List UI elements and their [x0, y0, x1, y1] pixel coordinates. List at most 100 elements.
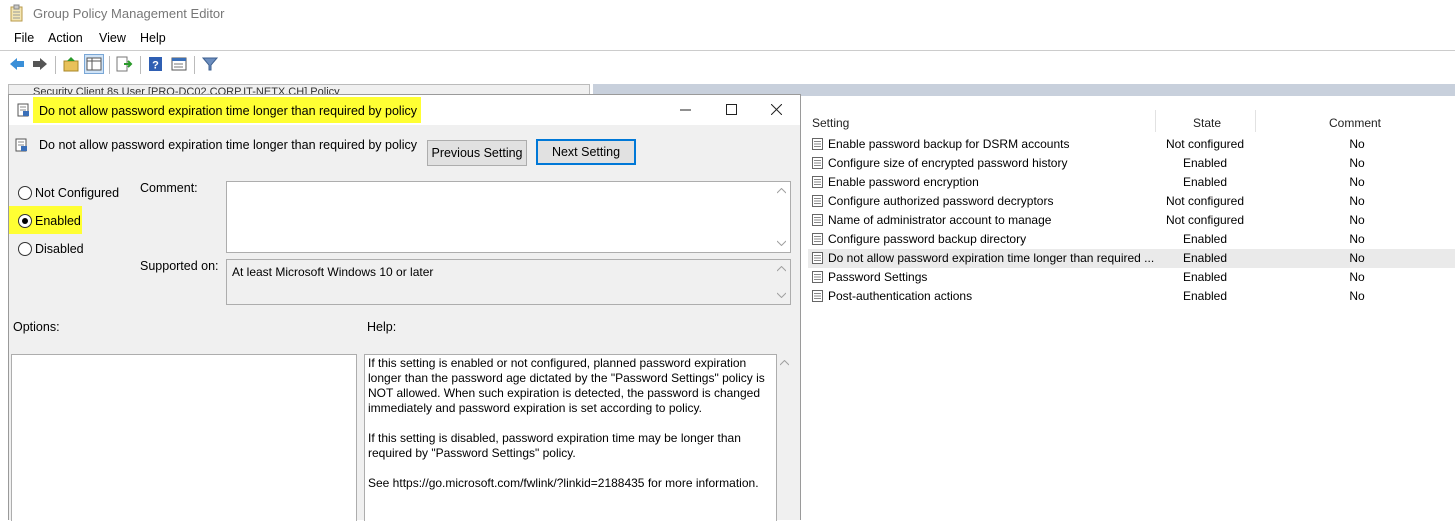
menu-help[interactable]: Help — [140, 31, 166, 45]
supported-on-label: Supported on: — [140, 259, 219, 273]
toolbar-separator — [55, 56, 56, 74]
setting-state: Enabled — [1182, 156, 1228, 170]
list-item[interactable]: Do not allow password expiration time lo… — [808, 249, 1455, 268]
show-hide-console-tree-icon[interactable] — [84, 54, 104, 74]
setting-name: Enable password encryption — [828, 175, 979, 189]
options-pane — [11, 354, 357, 521]
list-item[interactable]: Password Settings Enabled No — [808, 268, 1455, 287]
setting-comment: No — [1349, 289, 1365, 303]
back-arrow-icon[interactable] — [8, 55, 26, 73]
svg-text:?: ? — [152, 60, 159, 72]
help-text: If this setting is enabled or not config… — [368, 356, 765, 490]
setting-state: Enabled — [1182, 232, 1228, 246]
setting-name: Name of administrator account to manage — [828, 213, 1052, 227]
scroll-up-icon[interactable] — [777, 266, 786, 272]
policy-setting-icon — [812, 138, 823, 150]
setting-comment: No — [1349, 137, 1365, 151]
help-label: Help: — [367, 320, 397, 334]
setting-name: Configure password backup directory — [828, 232, 1027, 246]
setting-comment: No — [1349, 251, 1365, 265]
policy-setting-icon — [812, 252, 823, 264]
next-setting-button[interactable]: Next Setting — [536, 139, 636, 165]
main-title-bar: Group Policy Management Editor — [0, 0, 1455, 28]
supported-on-field: At least Microsoft Windows 10 or later — [226, 259, 791, 305]
policy-setting-icon — [812, 214, 823, 226]
help-icon[interactable]: ? — [147, 55, 165, 73]
minimize-button[interactable] — [663, 95, 709, 125]
supported-on-value: At least Microsoft Windows 10 or later — [232, 265, 434, 279]
policy-setting-icon — [812, 157, 823, 169]
policy-setting-icon — [17, 103, 29, 117]
column-header-comment[interactable]: Comment — [1329, 116, 1381, 130]
supported-scrollbar[interactable] — [773, 260, 790, 304]
disabled-radio[interactable] — [18, 242, 32, 256]
help-pane: If this setting is enabled or not config… — [364, 354, 777, 521]
filter-icon[interactable] — [201, 55, 219, 73]
folder-up-icon[interactable] — [62, 55, 80, 73]
scroll-up-icon[interactable] — [777, 188, 786, 194]
not-configured-label: Not Configured — [35, 186, 120, 200]
dialog-title-bar: Do not allow password expiration time lo… — [9, 95, 800, 125]
list-item[interactable]: Enable password backup for DSRM accounts… — [808, 135, 1455, 154]
policy-setting-icon — [812, 271, 823, 283]
menu-file[interactable]: File — [14, 31, 34, 45]
policy-setting-icon — [15, 138, 27, 152]
help-scroll-up-icon[interactable] — [780, 360, 789, 366]
setting-name: Post-authentication actions — [828, 289, 973, 303]
close-icon — [771, 104, 782, 115]
setting-state: Not configured — [1165, 137, 1245, 151]
setting-state: Enabled — [1182, 175, 1228, 189]
toolbar-separator — [109, 56, 110, 74]
setting-comment: No — [1349, 156, 1365, 170]
column-separator — [1255, 110, 1256, 132]
toolbar-separator — [194, 56, 195, 74]
column-separator — [1155, 110, 1156, 132]
policy-setting-icon — [812, 195, 823, 207]
list-item[interactable]: Configure size of encrypted password his… — [808, 154, 1455, 173]
settings-list: Setting State Comment Enable password ba… — [800, 96, 1455, 519]
list-item[interactable]: Post-authentication actions Enabled No — [808, 287, 1455, 306]
setting-state: Not configured — [1165, 194, 1245, 208]
maximize-button[interactable] — [709, 95, 755, 125]
comment-scrollbar[interactable] — [773, 182, 790, 252]
setting-name: Password Settings — [828, 270, 928, 284]
setting-name: Enable password backup for DSRM accounts — [828, 137, 1070, 151]
setting-name: Do not allow password expiration time lo… — [39, 138, 417, 152]
forward-arrow-icon[interactable] — [31, 55, 49, 73]
previous-setting-button[interactable]: Previous Setting — [427, 140, 527, 166]
policy-setting-icon — [812, 176, 823, 188]
dialog-title: Do not allow password expiration time lo… — [39, 104, 417, 118]
list-item[interactable]: Name of administrator account to manage N… — [808, 211, 1455, 230]
setting-name: Do not allow password expiration time lo… — [828, 251, 1155, 265]
enabled-label: Enabled — [35, 214, 81, 228]
scroll-down-icon[interactable] — [777, 240, 786, 246]
menu-action[interactable]: Action — [48, 31, 83, 45]
list-item[interactable]: Configure authorized password decryptors… — [808, 192, 1455, 211]
setting-name: Configure size of encrypted password his… — [828, 156, 1068, 170]
comment-label: Comment: — [140, 181, 198, 195]
setting-comment: No — [1349, 213, 1365, 227]
toolbar-separator — [140, 56, 141, 74]
policy-setting-dialog: Do not allow password expiration time lo… — [8, 94, 801, 521]
group-policy-app-icon — [10, 4, 23, 22]
properties-icon[interactable] — [170, 55, 188, 73]
setting-state: Enabled — [1182, 251, 1228, 265]
list-item[interactable]: Enable password encryption Enabled No — [808, 173, 1455, 192]
enabled-radio[interactable] — [18, 214, 32, 228]
scroll-down-icon[interactable] — [777, 292, 786, 298]
not-configured-radio[interactable] — [18, 186, 32, 200]
list-item[interactable]: Configure password backup directory Enabl… — [808, 230, 1455, 249]
toolbar: ? — [0, 50, 1455, 79]
setting-comment: No — [1349, 270, 1365, 284]
disabled-label: Disabled — [35, 242, 84, 256]
close-button[interactable] — [754, 95, 800, 125]
policy-setting-icon — [812, 290, 823, 302]
minimize-icon — [680, 109, 691, 111]
column-header-state[interactable]: State — [1193, 116, 1221, 130]
comment-textarea[interactable] — [226, 181, 791, 253]
setting-comment: No — [1349, 194, 1365, 208]
column-header-setting[interactable]: Setting — [812, 116, 849, 130]
export-list-icon[interactable] — [115, 55, 133, 73]
setting-state: Enabled — [1182, 270, 1228, 284]
menu-view[interactable]: View — [99, 31, 126, 45]
